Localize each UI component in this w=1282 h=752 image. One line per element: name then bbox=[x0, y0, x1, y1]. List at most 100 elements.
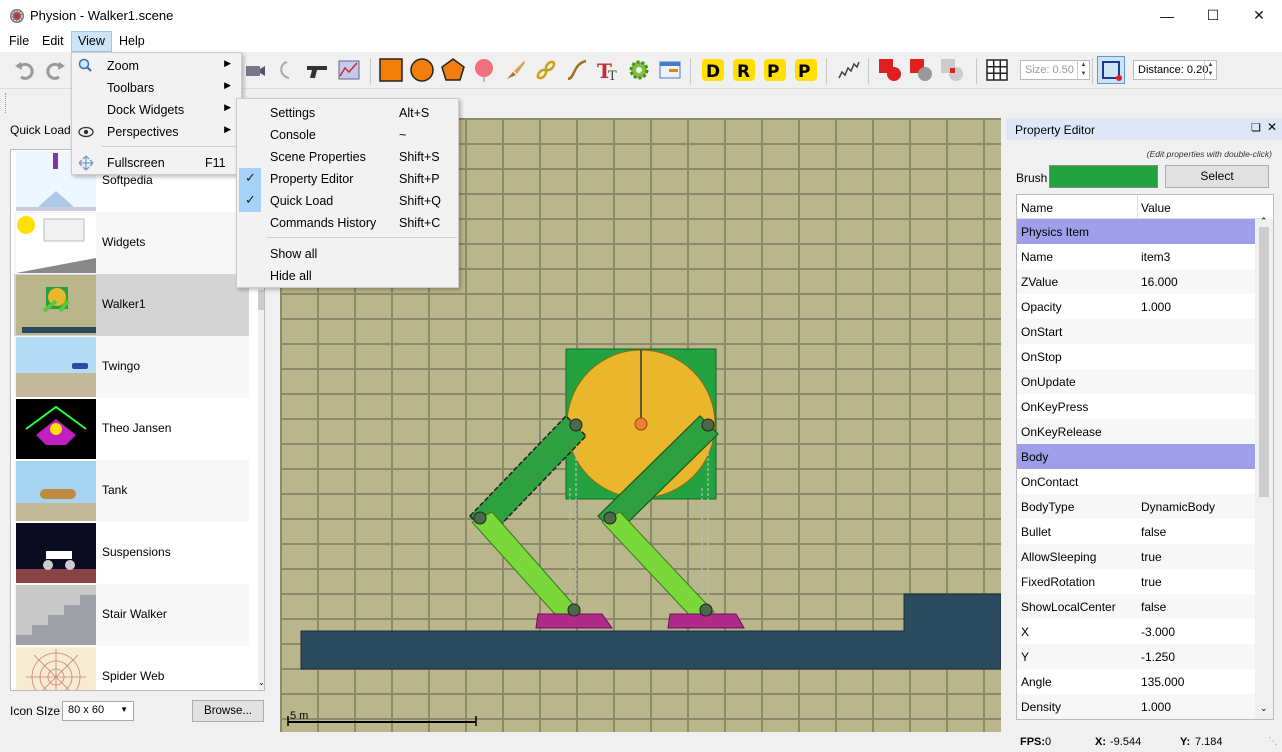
hook-icon[interactable] bbox=[272, 57, 298, 83]
menu-view[interactable]: View bbox=[71, 31, 112, 52]
menu-item-scene-properties[interactable]: Scene Properties Shift+S bbox=[237, 146, 458, 168]
item-label: Spider Web bbox=[102, 669, 165, 683]
chevron-up-icon[interactable]: ⌃ bbox=[1260, 216, 1268, 227]
camera-icon[interactable] bbox=[242, 57, 268, 83]
list-item[interactable]: Widgets bbox=[14, 212, 249, 274]
table-row[interactable]: ShowLocalCenter false bbox=[1017, 594, 1255, 619]
redo-icon[interactable] bbox=[42, 57, 68, 83]
quick-load-list[interactable]: Softpedia Widgets Walker1 Twingo Theo Ja… bbox=[10, 149, 265, 691]
table-row[interactable]: AllowSleeping true bbox=[1017, 544, 1255, 569]
spring-tool-icon[interactable] bbox=[836, 57, 862, 83]
property-scrollbar[interactable]: ⌃ ⌄ bbox=[1255, 216, 1273, 719]
menu-item-perspectives[interactable]: Perspectives ▶ bbox=[72, 121, 241, 143]
r-tool-icon[interactable]: R bbox=[731, 57, 757, 83]
thumbnail bbox=[16, 213, 96, 273]
brush-tool-icon[interactable] bbox=[502, 57, 528, 83]
close-button[interactable]: ✕ bbox=[1236, 0, 1282, 31]
menu-item-property-editor[interactable]: ✓ Property Editor Shift+P bbox=[237, 168, 458, 190]
menu-item-dock-widgets[interactable]: Dock Widgets ▶ bbox=[72, 99, 241, 121]
table-row[interactable]: OnKeyRelease bbox=[1017, 419, 1255, 444]
brush-color-swatch[interactable] bbox=[1049, 165, 1158, 188]
maximize-button[interactable]: ☐ bbox=[1190, 0, 1236, 31]
list-item[interactable]: Tank bbox=[14, 460, 249, 522]
list-item[interactable]: Spider Web bbox=[14, 646, 249, 690]
scroll-thumb[interactable] bbox=[1259, 227, 1269, 497]
d-tool-icon[interactable]: D bbox=[700, 57, 726, 83]
chevron-down-icon[interactable]: ⌄ bbox=[1260, 703, 1268, 714]
y-label: Y: bbox=[1180, 736, 1191, 748]
pr-tool-icon[interactable]: P bbox=[762, 57, 788, 83]
section-physics-item[interactable]: Physics Item bbox=[1017, 219, 1255, 244]
table-row[interactable]: Bullet false bbox=[1017, 519, 1255, 544]
menu-file[interactable]: File bbox=[3, 31, 35, 52]
table-row[interactable]: Angle 135.000 bbox=[1017, 669, 1255, 694]
rope-tool-icon[interactable] bbox=[564, 57, 590, 83]
undo-icon[interactable] bbox=[12, 57, 38, 83]
table-row[interactable]: Opacity 1.000 bbox=[1017, 294, 1255, 319]
list-item[interactable]: Suspensions bbox=[14, 522, 249, 584]
minimize-button[interactable]: — bbox=[1144, 0, 1190, 31]
property-table[interactable]: Name Value Physics Item Name item3 ZValue… bbox=[1016, 194, 1274, 720]
pu-tool-icon[interactable]: P bbox=[793, 57, 819, 83]
table-row[interactable]: X -3.000 bbox=[1017, 619, 1255, 644]
circle-tool-icon[interactable] bbox=[409, 57, 435, 83]
menu-item-zoom[interactable]: Zoom ▶ bbox=[72, 55, 241, 77]
size-spinbox[interactable]: Size: 0.50 ▲ ▼ bbox=[1020, 60, 1090, 80]
browse-button[interactable]: Browse... bbox=[192, 700, 264, 722]
icon-size-select[interactable]: 80 x 60 ▼ bbox=[62, 701, 134, 721]
grid-icon[interactable] bbox=[984, 57, 1010, 83]
text-tool-icon[interactable]: TT bbox=[595, 57, 621, 83]
brush-select-button[interactable]: Select bbox=[1165, 165, 1269, 188]
title-bar: Physion - Walker1.scene — ☐ ✕ bbox=[0, 0, 1282, 31]
toolbar-grip[interactable] bbox=[5, 93, 7, 113]
table-row[interactable]: OnContact bbox=[1017, 469, 1255, 494]
table-row[interactable]: BodyType DynamicBody bbox=[1017, 494, 1255, 519]
spin-arrows-icon[interactable]: ▲ ▼ bbox=[1077, 61, 1089, 79]
table-row[interactable]: ZValue 16.000 bbox=[1017, 269, 1255, 294]
menu-item-quick-load[interactable]: ✓ Quick Load Shift+Q bbox=[237, 190, 458, 212]
table-row[interactable]: Name item3 bbox=[1017, 244, 1255, 269]
table-row[interactable]: OnStop bbox=[1017, 344, 1255, 369]
chain-tool-icon[interactable] bbox=[533, 57, 559, 83]
menu-item-fullscreen[interactable]: Fullscreen F11 bbox=[72, 152, 241, 174]
section-body[interactable]: Body bbox=[1017, 444, 1255, 469]
list-item[interactable]: Stair Walker bbox=[14, 584, 249, 646]
menu-item-show-all[interactable]: Show all bbox=[237, 243, 458, 265]
y-value: 7.184 bbox=[1195, 736, 1223, 748]
window-tool-icon[interactable] bbox=[657, 57, 683, 83]
scroll-thumb[interactable] bbox=[258, 290, 264, 310]
menu-item-toolbars[interactable]: Toolbars ▶ bbox=[72, 77, 241, 99]
rectangle-tool-icon[interactable] bbox=[378, 57, 404, 83]
close-icon[interactable]: ✕ bbox=[1267, 120, 1277, 134]
menu-edit[interactable]: Edit bbox=[36, 31, 70, 52]
union-icon[interactable] bbox=[878, 57, 904, 83]
float-icon[interactable]: ❏ bbox=[1251, 121, 1261, 134]
intersection-icon[interactable] bbox=[940, 57, 966, 83]
graph-icon[interactable] bbox=[336, 57, 362, 83]
list-item[interactable]: Theo Jansen bbox=[14, 398, 249, 460]
balloon-tool-icon[interactable] bbox=[471, 57, 497, 83]
list-item[interactable]: Twingo bbox=[14, 336, 249, 398]
menu-item-hide-all[interactable]: Hide all bbox=[237, 265, 458, 287]
menu-item-settings[interactable]: Settings Alt+S bbox=[237, 102, 458, 124]
difference-icon[interactable] bbox=[909, 57, 935, 83]
table-row[interactable]: FixedRotation true bbox=[1017, 569, 1255, 594]
gear-icon[interactable] bbox=[626, 57, 652, 83]
table-row[interactable]: Y -1.250 bbox=[1017, 644, 1255, 669]
snap-icon[interactable] bbox=[1097, 56, 1125, 84]
table-row[interactable]: OnStart bbox=[1017, 319, 1255, 344]
menu-help[interactable]: Help bbox=[113, 31, 151, 52]
spin-arrows-icon[interactable]: ▲ ▼ bbox=[1204, 61, 1216, 79]
resize-grip-icon[interactable]: ⋱ bbox=[1268, 736, 1278, 747]
table-row[interactable]: Density 1.000 bbox=[1017, 694, 1255, 719]
gun-icon[interactable] bbox=[304, 57, 330, 83]
table-row[interactable]: OnUpdate bbox=[1017, 369, 1255, 394]
submenu-arrow-icon: ▶ bbox=[224, 124, 231, 134]
menu-item-commands-history[interactable]: Commands History Shift+C bbox=[237, 212, 458, 234]
list-item[interactable]: Walker1 bbox=[14, 274, 249, 336]
chevron-down-icon[interactable]: ⌄ bbox=[258, 678, 264, 687]
table-row[interactable]: OnKeyPress bbox=[1017, 394, 1255, 419]
polygon-tool-icon[interactable] bbox=[440, 57, 466, 83]
menu-item-console[interactable]: Console ~ bbox=[237, 124, 458, 146]
distance-spinbox[interactable]: Distance: 0.20 ▲ ▼ bbox=[1133, 60, 1217, 80]
